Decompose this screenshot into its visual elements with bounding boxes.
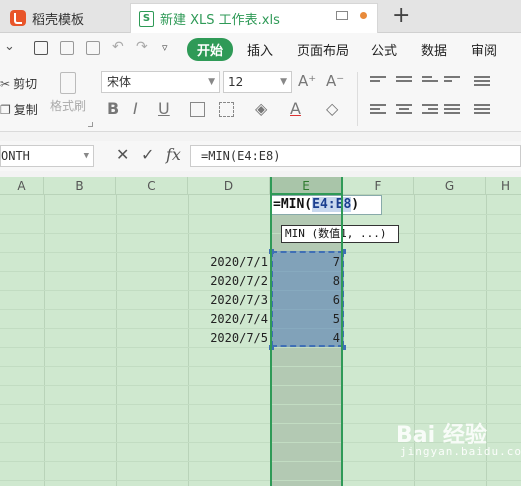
copy-button[interactable]: ❐ 复制 (0, 101, 38, 118)
column-header-b[interactable]: B (44, 177, 116, 195)
tab-data[interactable]: 数据 (421, 40, 447, 59)
tab-bar: 稻壳模板 S 新建 XLS 工作表.xls + (0, 0, 521, 33)
scissors-icon: ✂ (0, 76, 11, 91)
eraser-icon[interactable]: ◇ (326, 99, 338, 118)
gridline (0, 233, 521, 234)
copy-icon: ❐ (0, 102, 11, 117)
fill-color-icon[interactable]: ◈ (255, 99, 267, 118)
font-name-select[interactable]: 宋体 ▼ (101, 71, 220, 93)
date-cell[interactable]: 2020/7/2 (188, 272, 270, 291)
distributed-icon[interactable] (474, 104, 490, 116)
menu-row: ⌄ ↶ ↷ ▿ 开始 插入 页面布局 公式 数据 审阅 (0, 33, 521, 66)
tab-review[interactable]: 审阅 (471, 40, 497, 59)
spreadsheet-grid[interactable]: A B C D E F G H 2020/7/1 7 2020/7/2 8 20… (0, 177, 521, 486)
format-painter-button[interactable]: 格式刷 (50, 72, 86, 114)
format-painter-label: 格式刷 (50, 99, 87, 113)
insert-function-icon[interactable]: fx (166, 145, 181, 164)
baidu-watermark-url: jingyan.baidu.com (400, 445, 521, 458)
dialog-launcher-icon[interactable] (88, 122, 93, 127)
cut-label: 剪切 (13, 77, 38, 91)
print-preview-icon[interactable] (86, 41, 100, 55)
column-header-c[interactable]: C (116, 177, 188, 195)
column-header-f[interactable]: F (343, 177, 414, 195)
italic-icon[interactable]: I (133, 99, 138, 118)
copy-label: 复制 (13, 103, 38, 117)
date-cell[interactable]: 2020/7/3 (188, 291, 270, 310)
confirm-icon[interactable]: ✓ (141, 145, 154, 164)
column-header-d[interactable]: D (188, 177, 270, 195)
cell-editor-suffix: ) (351, 197, 360, 212)
tab-file-controls (336, 11, 367, 20)
dropdown-arrow-icon: ▼ (208, 77, 215, 87)
save-icon[interactable] (34, 41, 48, 55)
date-cell[interactable]: 2020/7/5 (188, 329, 270, 348)
more-icon[interactable]: ▿ (162, 41, 176, 55)
tab-page-layout[interactable]: 页面布局 (297, 40, 349, 59)
decrease-font-icon[interactable]: A⁻ (326, 72, 344, 90)
formula-bar: ONTH ▼ ✕ ✓ fx =MIN(E4:E8) (0, 141, 521, 171)
bold-icon[interactable]: B (107, 99, 119, 118)
redo-icon[interactable]: ↷ (136, 39, 150, 55)
align-left-icon[interactable] (370, 104, 386, 116)
underline-icon[interactable]: U (158, 99, 170, 118)
tab-templates[interactable]: 稻壳模板 (10, 3, 128, 33)
column-header-g[interactable]: G (414, 177, 486, 195)
tab-home[interactable]: 开始 (187, 38, 234, 61)
increase-font-icon[interactable]: A⁺ (298, 72, 316, 90)
merge-icon[interactable] (219, 102, 234, 117)
align-middle-icon[interactable] (396, 76, 412, 88)
justify-icon[interactable] (444, 104, 460, 116)
date-cell[interactable]: 2020/7/1 (188, 253, 270, 272)
ribbon-divider (357, 72, 358, 126)
indent-icon[interactable] (474, 76, 490, 88)
align-center-icon[interactable] (396, 104, 412, 116)
font-size-value: 12 (228, 75, 244, 89)
align-top-icon[interactable] (370, 76, 386, 88)
cancel-icon[interactable]: ✕ (116, 145, 129, 164)
formula-input[interactable]: =MIN(E4:E8) (190, 145, 521, 167)
chevron-down-icon[interactable]: ⌄ (4, 39, 18, 54)
tab-templates-label: 稻壳模板 (32, 12, 85, 28)
unsaved-dot-icon (360, 12, 367, 19)
align-right-icon[interactable] (422, 104, 438, 116)
column-header-a[interactable]: A (0, 177, 44, 195)
column-header-h[interactable]: H (486, 177, 521, 195)
spreadsheet-icon: S (139, 10, 154, 27)
ribbon-toolbar: ✂ 剪切 ❐ 复制 格式刷 宋体 ▼ 12 ▼ A⁺ A⁻ B I U ◈ A … (0, 66, 521, 132)
active-column-outline (270, 177, 343, 486)
gridline (0, 404, 521, 405)
font-size-select[interactable]: 12 ▼ (223, 71, 292, 93)
gridline (0, 366, 521, 367)
gridline (0, 480, 521, 481)
window-icon[interactable] (336, 11, 348, 20)
wps-logo-icon (10, 10, 26, 26)
tab-insert[interactable]: 插入 (247, 40, 273, 59)
font-name-value: 宋体 (107, 75, 132, 89)
font-color-icon[interactable]: A (290, 99, 301, 118)
gridline (0, 214, 521, 215)
align-bottom-icon[interactable] (422, 76, 438, 88)
orientation-icon[interactable] (444, 76, 460, 88)
gridline (0, 385, 521, 386)
name-box-value: ONTH (1, 149, 30, 163)
tab-formulas[interactable]: 公式 (371, 40, 397, 59)
date-cell[interactable]: 2020/7/4 (188, 310, 270, 329)
name-box[interactable]: ONTH ▼ (0, 145, 94, 167)
tab-file-label: 新建 XLS 工作表.xls (160, 13, 280, 28)
tab-file[interactable]: S 新建 XLS 工作表.xls (130, 3, 378, 33)
borders-icon[interactable] (190, 102, 205, 117)
cut-button[interactable]: ✂ 剪切 (0, 75, 37, 92)
dropdown-arrow-icon: ▼ (280, 77, 287, 87)
dropdown-arrow-icon: ▼ (83, 151, 89, 161)
new-tab-button[interactable]: + (392, 3, 410, 29)
brush-icon (60, 72, 76, 94)
print-icon[interactable] (60, 41, 74, 55)
gridline (0, 461, 521, 462)
undo-icon[interactable]: ↶ (112, 39, 126, 55)
